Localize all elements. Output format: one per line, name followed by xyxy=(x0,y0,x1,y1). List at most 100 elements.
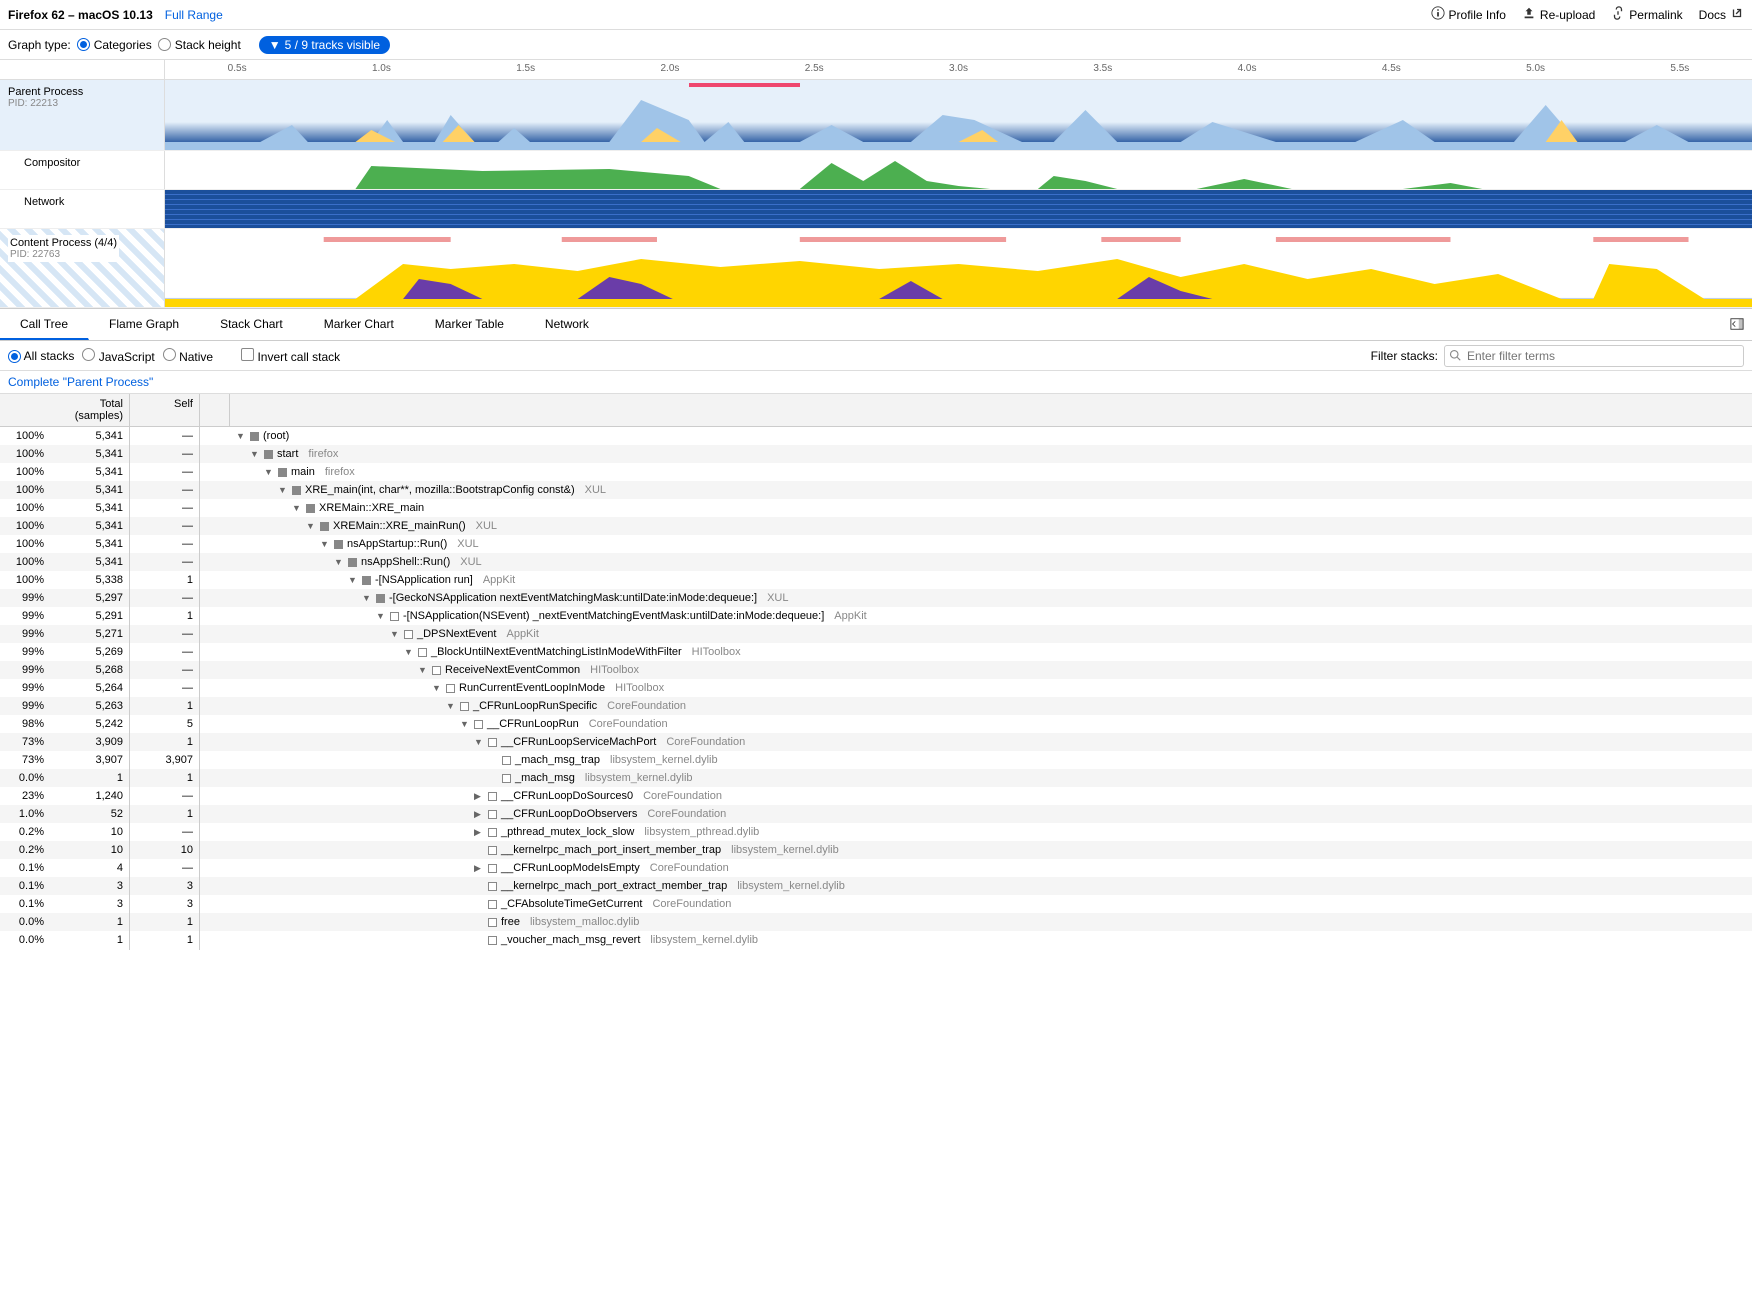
tree-row[interactable]: 100%5,341—▼nsAppShell::Run()XUL xyxy=(0,553,1752,571)
expand-arrow-icon[interactable]: ▼ xyxy=(362,593,372,603)
radio-categories[interactable]: Categories xyxy=(77,38,152,52)
tree-row[interactable]: 100%5,341—▼XREMain::XRE_mainRun()XUL xyxy=(0,517,1752,535)
cell-total: 1 xyxy=(50,912,130,932)
tree-row[interactable]: 100%5,341—▼startfirefox xyxy=(0,445,1752,463)
function-name: start xyxy=(277,448,298,460)
cell-self: 5 xyxy=(130,714,200,734)
expand-arrow-icon[interactable]: ▶ xyxy=(474,863,484,874)
expand-arrow-icon[interactable]: ▼ xyxy=(250,449,260,459)
expand-arrow-icon[interactable]: ▼ xyxy=(334,557,344,567)
full-range-link[interactable]: Full Range xyxy=(165,8,223,22)
cell-self: — xyxy=(130,516,200,536)
expand-arrow-icon[interactable]: ▼ xyxy=(348,575,358,585)
checkbox-invert[interactable]: Invert call stack xyxy=(241,348,340,364)
tab-call-tree[interactable]: Call Tree xyxy=(0,309,89,340)
col-self[interactable]: Self xyxy=(130,394,200,426)
tree-row[interactable]: 0.2%1010__kernelrpc_mach_port_insert_mem… xyxy=(0,841,1752,859)
reupload-button[interactable]: Re-upload xyxy=(1522,6,1595,23)
profile-info-button[interactable]: Profile Info xyxy=(1431,6,1506,23)
cell-self: 1 xyxy=(130,732,200,752)
tab-stack-chart[interactable]: Stack Chart xyxy=(200,309,304,340)
tab-marker-chart[interactable]: Marker Chart xyxy=(304,309,415,340)
expand-arrow-icon[interactable]: ▼ xyxy=(264,467,274,477)
expand-arrow-icon[interactable]: ▼ xyxy=(418,665,428,675)
expand-arrow-icon[interactable]: ▼ xyxy=(278,485,288,495)
chevron-down-icon: ▼ xyxy=(269,38,281,52)
expand-arrow-icon[interactable]: ▼ xyxy=(236,431,246,441)
ruler-tick: 4.0s xyxy=(1238,63,1257,74)
tree-row[interactable]: 98%5,2425▼__CFRunLoopRunCoreFoundation xyxy=(0,715,1752,733)
track-graph[interactable] xyxy=(165,229,1752,307)
tree-row[interactable]: 100%5,341—▼mainfirefox xyxy=(0,463,1752,481)
expand-arrow-icon[interactable]: ▼ xyxy=(404,647,414,657)
tree-row[interactable]: 100%5,341—▼XREMain::XRE_main xyxy=(0,499,1752,517)
tree-row[interactable]: 99%5,268—▼ReceiveNextEventCommonHIToolbo… xyxy=(0,661,1752,679)
tree-row[interactable]: 100%5,341—▼nsAppStartup::Run()XUL xyxy=(0,535,1752,553)
track-graph[interactable] xyxy=(165,151,1752,189)
tree-row[interactable]: 73%3,9091▼__CFRunLoopServiceMachPortCore… xyxy=(0,733,1752,751)
tree-row[interactable]: 0.0%11_voucher_mach_msg_revertlibsystem_… xyxy=(0,931,1752,949)
library-name: libsystem_malloc.dylib xyxy=(530,916,639,928)
library-name: AppKit xyxy=(834,610,866,622)
tree-row[interactable]: 23%1,240—▶__CFRunLoopDoSources0CoreFound… xyxy=(0,787,1752,805)
expand-arrow-icon[interactable]: ▼ xyxy=(320,539,330,549)
tree-row[interactable]: 99%5,2631▼_CFRunLoopRunSpecificCoreFound… xyxy=(0,697,1752,715)
track-network[interactable]: Network xyxy=(0,190,1752,229)
tree-row[interactable]: 0.0%11_mach_msglibsystem_kernel.dylib xyxy=(0,769,1752,787)
tree-row[interactable]: 0.2%10—▶_pthread_mutex_lock_slowlibsyste… xyxy=(0,823,1752,841)
expand-arrow-icon[interactable]: ▼ xyxy=(474,737,484,747)
tree-row[interactable]: 73%3,9073,907_mach_msg_traplibsystem_ker… xyxy=(0,751,1752,769)
expand-arrow-icon[interactable]: ▶ xyxy=(474,791,484,802)
tab-flame-graph[interactable]: Flame Graph xyxy=(89,309,200,340)
tree-row[interactable]: 0.1%33_CFAbsoluteTimeGetCurrentCoreFound… xyxy=(0,895,1752,913)
library-name: CoreFoundation xyxy=(589,718,668,730)
call-tree: Total (samples) Self 100%5,341—▼(root)10… xyxy=(0,394,1752,949)
track-compositor[interactable]: Compositor xyxy=(0,151,1752,190)
radio-all-stacks[interactable]: All stacks xyxy=(8,349,74,363)
tree-row[interactable]: 0.1%33__kernelrpc_mach_port_extract_memb… xyxy=(0,877,1752,895)
tree-row[interactable]: 100%5,341—▼(root) xyxy=(0,427,1752,445)
function-name: free xyxy=(501,916,520,928)
track-parent-process[interactable]: Parent Process PID: 22213 xyxy=(0,80,1752,151)
tree-row[interactable]: 99%5,2911▼-[NSApplication(NSEvent) _next… xyxy=(0,607,1752,625)
radio-native[interactable]: Native xyxy=(163,348,213,364)
expand-arrow-icon[interactable]: ▼ xyxy=(460,719,470,729)
sidebar-toggle-button[interactable] xyxy=(1722,309,1752,340)
track-content-process[interactable]: Content Process (4/4) PID: 22763 xyxy=(0,229,1752,308)
expand-arrow-icon[interactable]: ▼ xyxy=(446,701,456,711)
expand-arrow-icon[interactable]: ▼ xyxy=(432,683,442,693)
filter-stacks-input[interactable] xyxy=(1444,345,1744,367)
tree-row[interactable]: 0.1%4—▶__CFRunLoopModeIsEmptyCoreFoundat… xyxy=(0,859,1752,877)
tab-marker-table[interactable]: Marker Table xyxy=(415,309,525,340)
tree-row[interactable]: 100%5,341—▼XRE_main(int, char**, mozilla… xyxy=(0,481,1752,499)
permalink-button[interactable]: Permalink xyxy=(1611,6,1682,23)
expand-arrow-icon[interactable]: ▼ xyxy=(390,629,400,639)
tree-row[interactable]: 99%5,269—▼_BlockUntilNextEventMatchingLi… xyxy=(0,643,1752,661)
docs-button[interactable]: Docs xyxy=(1699,6,1744,23)
tracks-visible-button[interactable]: ▼ 5 / 9 tracks visible xyxy=(259,36,390,54)
cell-self: — xyxy=(130,480,200,500)
tree-row[interactable]: 99%5,264—▼RunCurrentEventLoopInModeHIToo… xyxy=(0,679,1752,697)
tree-row[interactable]: 1.0%521▶__CFRunLoopDoObserversCoreFounda… xyxy=(0,805,1752,823)
radio-javascript[interactable]: JavaScript xyxy=(82,348,154,364)
expand-arrow-icon[interactable]: ▶ xyxy=(474,809,484,820)
expand-arrow-icon[interactable]: ▼ xyxy=(376,611,386,621)
radio-icon xyxy=(8,350,21,363)
tree-row[interactable]: 99%5,297—▼-[GeckoNSApplication nextEvent… xyxy=(0,589,1752,607)
expand-arrow-icon[interactable]: ▼ xyxy=(292,503,302,513)
expand-arrow-icon[interactable]: ▶ xyxy=(474,827,484,838)
timeline-ruler[interactable]: 0.5s1.0s1.5s2.0s2.5s3.0s3.5s4.0s4.5s5.0s… xyxy=(0,60,1752,80)
tree-row[interactable]: 100%5,3381▼-[NSApplication run]AppKit xyxy=(0,571,1752,589)
radio-stack-height[interactable]: Stack height xyxy=(158,38,241,52)
col-total[interactable]: Total (samples) xyxy=(50,394,130,426)
tree-row[interactable]: 99%5,271—▼_DPSNextEventAppKit xyxy=(0,625,1752,643)
category-box-icon xyxy=(488,792,497,801)
tab-network[interactable]: Network xyxy=(525,309,610,340)
breadcrumb[interactable]: Complete "Parent Process" xyxy=(0,371,1752,394)
expand-arrow-icon[interactable]: ▼ xyxy=(306,521,316,531)
track-graph[interactable] xyxy=(165,80,1752,150)
track-graph[interactable] xyxy=(165,190,1752,228)
category-box-icon xyxy=(404,630,413,639)
category-box-icon xyxy=(264,450,273,459)
tree-row[interactable]: 0.0%11freelibsystem_malloc.dylib xyxy=(0,913,1752,931)
